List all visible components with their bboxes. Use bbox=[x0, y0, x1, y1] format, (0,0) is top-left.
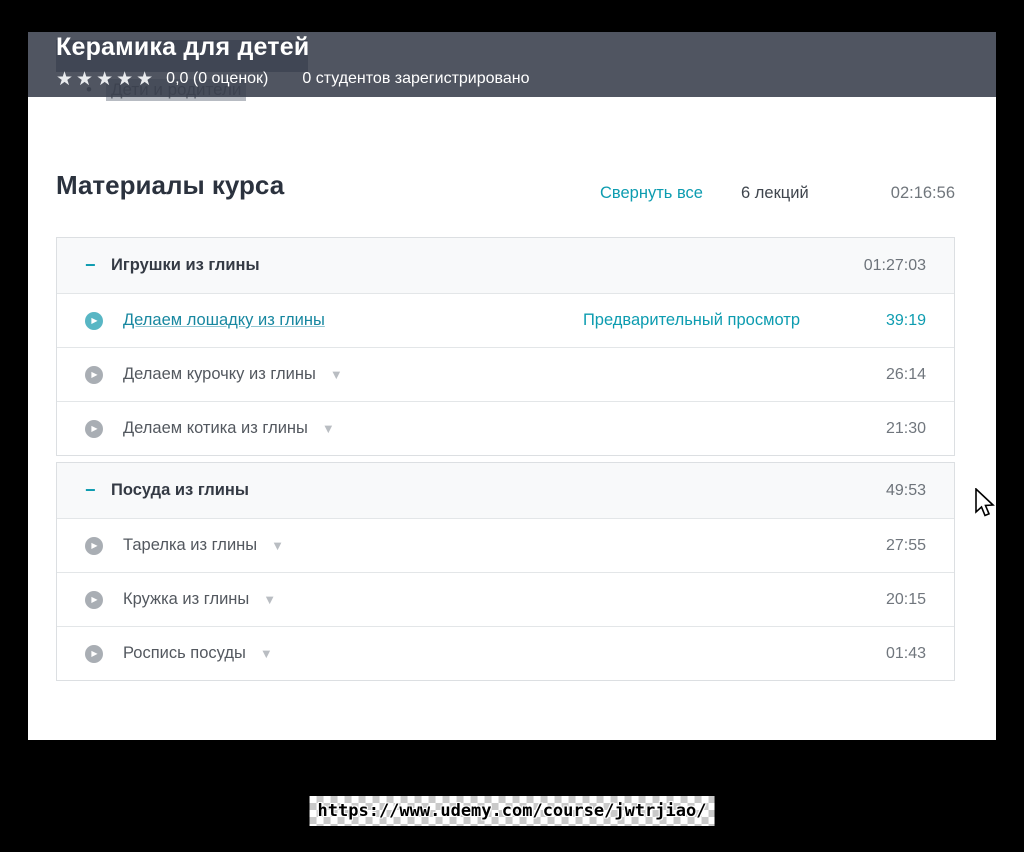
chevron-down-icon[interactable]: ▼ bbox=[330, 367, 343, 382]
section-toys: − Игрушки из глины 01:27:03 ▶ Делаем лош… bbox=[56, 237, 955, 456]
section-duration: 49:53 bbox=[886, 482, 926, 500]
lecture-duration: 27:55 bbox=[826, 537, 926, 555]
lecture-count: 6 лекций bbox=[741, 184, 809, 203]
mouse-cursor bbox=[975, 488, 997, 518]
chevron-down-icon[interactable]: ▼ bbox=[260, 646, 273, 661]
url-text: https://www.udemy.com/course/jwtrjiao/ bbox=[318, 801, 707, 821]
lecture-title: Кружка из глины bbox=[123, 590, 249, 609]
lecture-row[interactable]: ▶ Делаем лошадку из глины Предварительны… bbox=[57, 293, 954, 347]
play-icon: ▶ bbox=[85, 366, 103, 384]
lecture-row[interactable]: ▶ Делаем котика из глины ▼ 21:30 bbox=[57, 401, 954, 455]
screenshot-frame: • Дети и родители Керамика для детей ★★★… bbox=[0, 0, 1024, 852]
lecture-row[interactable]: ▶ Тарелка из глины ▼ 27:55 bbox=[57, 518, 954, 572]
play-icon: ▶ bbox=[85, 537, 103, 555]
lecture-row[interactable]: ▶ Кружка из глины ▼ 20:15 bbox=[57, 572, 954, 626]
lecture-row[interactable]: ▶ Делаем курочку из глины ▼ 26:14 bbox=[57, 347, 954, 401]
lecture-duration: 21:30 bbox=[826, 420, 926, 438]
play-icon: ▶ bbox=[85, 591, 103, 609]
course-meta-row: ★★★★★ 0,0 (0 оценок) 0 студентов зарегис… bbox=[56, 66, 529, 92]
play-icon: ▶ bbox=[85, 312, 103, 330]
url-overlay: https://www.udemy.com/course/jwtrjiao/ bbox=[310, 796, 715, 826]
lecture-title-link[interactable]: Делаем лошадку из глины bbox=[123, 311, 325, 330]
course-header-bar: Керамика для детей ★★★★★ 0,0 (0 оценок) … bbox=[28, 32, 996, 97]
section-duration: 01:27:03 bbox=[864, 257, 926, 275]
section-header-toys[interactable]: − Игрушки из глины 01:27:03 bbox=[57, 238, 954, 293]
total-duration: 02:16:56 bbox=[891, 184, 955, 203]
lecture-title: Роспись посуды bbox=[123, 644, 246, 663]
lecture-duration: 01:43 bbox=[826, 645, 926, 663]
section-title: Игрушки из глины bbox=[111, 256, 260, 275]
chevron-down-icon[interactable]: ▼ bbox=[263, 592, 276, 607]
lecture-duration: 20:15 bbox=[826, 591, 926, 609]
collapse-minus-icon[interactable]: − bbox=[85, 480, 111, 501]
page-title: Материалы курса bbox=[56, 170, 284, 201]
rating-value: 0,0 (0 оценок) bbox=[166, 70, 268, 88]
chevron-down-icon[interactable]: ▼ bbox=[322, 421, 335, 436]
lecture-title: Делаем котика из глины bbox=[123, 419, 308, 438]
preview-link[interactable]: Предварительный просмотр bbox=[583, 311, 800, 330]
lecture-duration: 39:19 bbox=[826, 312, 926, 330]
star-rating-icons: ★★★★★ bbox=[56, 70, 156, 89]
lecture-title: Делаем курочку из глины bbox=[123, 365, 316, 384]
play-icon: ▶ bbox=[85, 645, 103, 663]
collapse-all-link[interactable]: Свернуть все bbox=[600, 184, 703, 203]
lecture-row[interactable]: ▶ Роспись посуды ▼ 01:43 bbox=[57, 626, 954, 680]
section-header-dishes[interactable]: − Посуда из глины 49:53 bbox=[57, 463, 954, 518]
play-icon: ▶ bbox=[85, 420, 103, 438]
lecture-title: Тарелка из глины bbox=[123, 536, 257, 555]
lecture-duration: 26:14 bbox=[826, 366, 926, 384]
chevron-down-icon[interactable]: ▼ bbox=[271, 538, 284, 553]
students-enrolled: 0 студентов зарегистрировано bbox=[302, 70, 529, 88]
section-dishes: − Посуда из глины 49:53 ▶ Тарелка из гли… bbox=[56, 462, 955, 681]
udemy-course-page: • Дети и родители Керамика для детей ★★★… bbox=[28, 32, 996, 740]
collapse-minus-icon[interactable]: − bbox=[85, 255, 111, 276]
course-title: Керамика для детей bbox=[56, 33, 309, 62]
section-title: Посуда из глины bbox=[111, 481, 249, 500]
